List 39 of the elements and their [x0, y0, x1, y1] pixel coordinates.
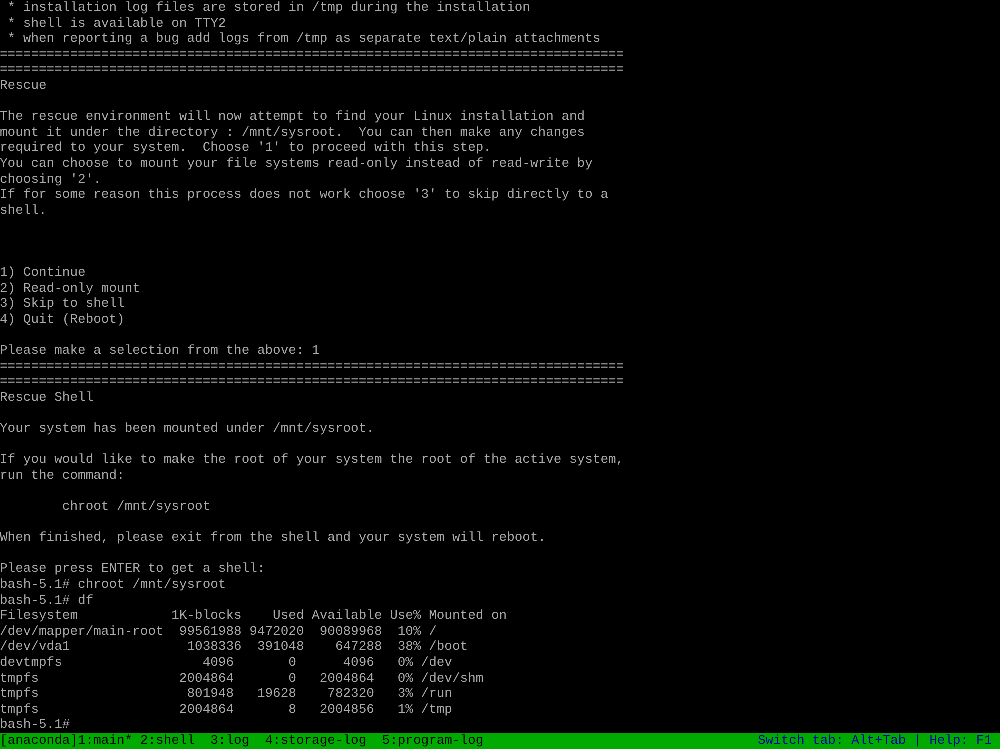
terminal-line: * when reporting a bug add logs from /tmp as separate text/plain attachments	[6, 31, 601, 46]
terminal-line: ================================================================================	[0, 358, 624, 374]
terminal-line: chroot /mnt/sysroot	[61, 499, 211, 514]
terminal-line: Rescue	[0, 78, 47, 93]
tmux-window-list: [anaconda]1:main* 2:shell 3:log 4:storage-log 5:program-log	[0, 733, 484, 749]
terminal-line: /dev/mapper/main-root 99561988 9472020 90089968 10% /	[0, 624, 437, 639]
terminal-line: shell.	[0, 202, 47, 218]
terminal-line: Filesystem 1K-blocks Used Available Use% Mounted on	[0, 608, 508, 624]
terminal-line: tmpfs 801948 19628 782320 3% /run	[0, 686, 452, 702]
terminal-line: When finished, please exit from the shell and your system will reboot.	[0, 530, 546, 546]
terminal-line: Please make a selection from the above: 1	[0, 343, 320, 358]
terminal-line: 2) Read-only mount	[0, 280, 140, 296]
terminal-line: required to your system. Choose '1' to proceed with this step.	[0, 140, 492, 156]
terminal-line: Your system has been mounted under /mnt/sysroot.	[0, 421, 374, 436]
terminal-line: 4) Quit (Reboot)	[0, 312, 125, 327]
terminal-line: * installation log files are stored in /tmp during the installation	[6, 0, 530, 15]
terminal-line: devtmpfs 4096 0 4096 0% /dev	[0, 654, 452, 670]
terminal-line: Please press ENTER to get a shell:	[0, 561, 266, 576]
keyboard-hint: Switch tab: Alt+Tab | Help: F1	[758, 733, 993, 749]
terminal-line: ================================================================================	[0, 62, 624, 78]
terminal-line: If you would like to make the root of your system the root of the active system,	[0, 452, 624, 468]
terminal-line: bash-5.1# df	[0, 592, 94, 608]
terminal-line: /dev/vda1 1038336 391048 647288 38% /boot	[0, 639, 468, 654]
terminal-line: ================================================================================	[0, 374, 624, 390]
terminal-line: 1) Continue	[0, 265, 86, 280]
terminal-line: The rescue environment will now attempt to find your Linux installation and	[0, 109, 586, 124]
terminal-line: bash-5.1#	[0, 717, 70, 732]
terminal-line: If for some reason this process does not work choose '3' to skip directly to a	[0, 187, 608, 202]
terminal-line: mount it under the directory : /mnt/sysroot. You can then make any changes	[0, 124, 586, 140]
terminal-line: bash-5.1# chroot /mnt/sysroot	[0, 576, 226, 592]
terminal-line: tmpfs 2004864 0 2004864 0% /dev/shm	[0, 670, 484, 686]
terminal-line: run the command:	[0, 468, 125, 483]
terminal-line: ================================================================================	[0, 46, 624, 62]
terminal-line: tmpfs 2004864 8 2004856 1% /tmp	[0, 702, 452, 717]
terminal-line: You can choose to mount your file systems read-only instead of read-write by	[0, 156, 593, 171]
terminal-line: Rescue Shell	[0, 390, 94, 405]
terminal-line: * shell is available on TTY2	[6, 16, 226, 31]
terminal-line: 3) Skip to shell	[0, 296, 125, 312]
terminal-line: choosing '2'.	[0, 172, 102, 187]
